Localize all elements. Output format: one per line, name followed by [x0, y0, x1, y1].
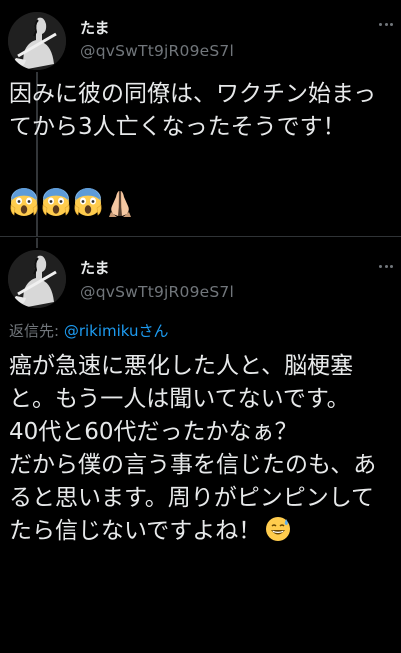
display-name[interactable]: たま [80, 17, 110, 38]
thread-line [36, 238, 38, 248]
tweet-2[interactable]: たま @qvSwTt9jR09eS7l 返信先: @rikimikuさん 癌が急… [0, 238, 401, 653]
tweet-text-container: 癌が急速に悪化した人と、脳梗塞と。もう一人は聞いてないです。 40代と60代だっ… [9, 350, 393, 548]
tweet-1[interactable]: たま @qvSwTt9jR09eS7l 因みに彼の同僚は、ワクチン始まってから3… [0, 0, 401, 236]
avatar[interactable] [8, 250, 66, 308]
tweet-text: 癌が急速に悪化した人と、脳梗塞と。もう一人は聞いてないです。 40代と60代だっ… [9, 353, 377, 544]
reply-label: 返信先: [9, 322, 64, 340]
tweet-text: 因みに彼の同僚は、ワクチン始まってから3人亡くなったそうです！ [9, 81, 377, 140]
guitarist-avatar-icon [8, 250, 66, 308]
avatar[interactable] [8, 12, 66, 70]
face-screaming-in-fear-icon [10, 188, 38, 217]
face-screaming-in-fear-icon [74, 188, 102, 217]
grinning-face-with-sweat-icon [265, 516, 292, 542]
user-handle[interactable]: @qvSwTt9jR09eS7l [80, 283, 234, 301]
reply-suffix: さん [138, 322, 169, 340]
face-screaming-in-fear-icon [42, 188, 70, 217]
emoji-row [9, 188, 135, 218]
reply-context: 返信先: @rikimikuさん [9, 320, 169, 341]
guitarist-avatar-icon [8, 12, 66, 70]
more-options-icon[interactable] [379, 264, 393, 268]
folded-hands-icon [108, 190, 132, 218]
more-options-icon[interactable] [379, 22, 393, 26]
reply-to-link[interactable]: @rikimiku [64, 322, 139, 340]
divider [0, 236, 401, 237]
user-handle[interactable]: @qvSwTt9jR09eS7l [80, 42, 234, 60]
display-name[interactable]: たま [80, 257, 110, 278]
